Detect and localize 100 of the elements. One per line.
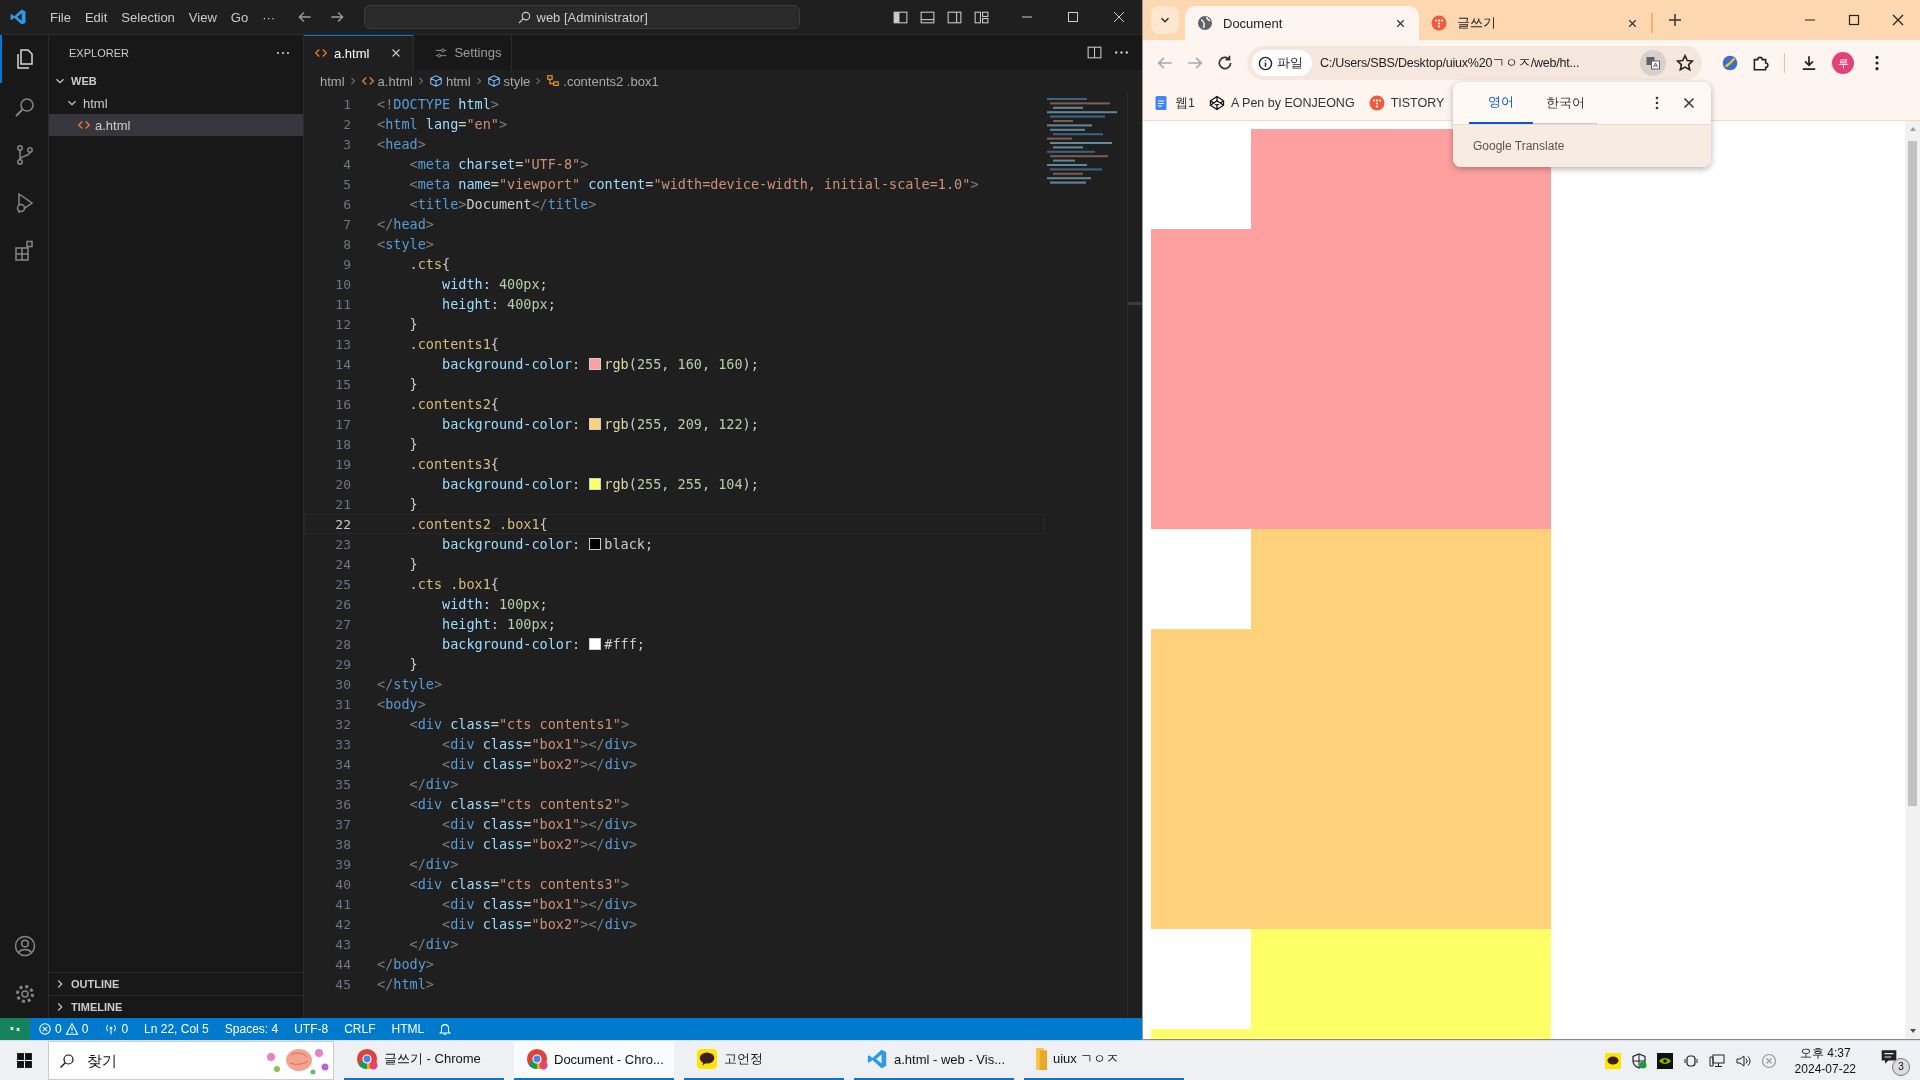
code-text: }: [408, 436, 418, 452]
code-text: .contents3{: [408, 456, 499, 472]
search-field[interactable]: 찾기: [48, 1041, 334, 1080]
code-text: <div class="box2"></div>: [441, 836, 638, 852]
code-text: width: 100px;: [441, 596, 548, 612]
code-text: width: 400px;: [441, 276, 548, 292]
taskbar-app[interactable]: Document - Chro...: [514, 1040, 674, 1080]
line-number: 32: [334, 716, 351, 732]
taskbar-app[interactable]: 고언정: [684, 1040, 844, 1080]
breadcrumb-item[interactable]: a.html: [360, 73, 413, 89]
code-text: </html>: [377, 976, 434, 992]
breadcrumb-item[interactable]: html: [428, 73, 471, 89]
code-text: <div class="cts contents1">: [408, 716, 629, 732]
code-text: <meta name="viewport" content="width=device-width, initial-scale=1.0">: [408, 176, 979, 192]
status-item[interactable]: CRLF: [336, 1022, 384, 1036]
clock[interactable]: 오후 4:37 2024-07-22: [1794, 1044, 1856, 1077]
code-text: rgb(255, 209, 122);: [604, 416, 759, 432]
line-number: 33: [334, 736, 351, 752]
code-text: .cts .box1{: [408, 576, 499, 592]
address-bar[interactable]: 파일 C:/Users/SBS/Desktop/uiux%20ㄱㅇㅈ/web/ht...: [1247, 46, 1702, 80]
line-number: 34: [334, 756, 351, 772]
line-number: 44: [334, 956, 351, 972]
line-number: 41: [334, 896, 351, 912]
line-number: 15: [334, 376, 351, 392]
code-text: black;: [604, 536, 654, 552]
code-text: background-color:: [441, 416, 582, 432]
line-number: 20: [334, 476, 351, 492]
section-header[interactable]: OUTLINE: [49, 972, 303, 995]
menu-item[interactable]: Go: [223, 9, 256, 25]
line-number: 14: [334, 356, 351, 372]
status-item[interactable]: Spaces: 4: [216, 1022, 287, 1036]
line-number: 30: [334, 676, 351, 692]
code-text: #fff;: [604, 636, 645, 652]
command-center[interactable]: web [Administrator]: [364, 5, 801, 29]
code-text: <div class="box1"></div>: [441, 816, 638, 832]
code-text: <body>: [377, 696, 426, 712]
line-number: 38: [334, 836, 351, 852]
taskbar-app[interactable]: uiux ㄱㅇㅈ: [1024, 1040, 1184, 1080]
explorer-title: EXPLORER: [69, 46, 129, 59]
breadcrumb-item[interactable]: style: [486, 73, 531, 89]
menu-item[interactable]: View: [181, 9, 224, 25]
breadcrumb-item[interactable]: html: [320, 73, 345, 89]
url-text: C:/Users/SBS/Desktop/uiux%20ㄱㅇㅈ/web/ht...: [1320, 54, 1581, 72]
code-text: <div class="box2"></div>: [441, 756, 638, 772]
line-number: 24: [334, 556, 351, 572]
code-text: height: 100px;: [441, 616, 556, 632]
problems-button[interactable]: 0 0: [30, 1022, 97, 1036]
line-number: 39: [334, 856, 351, 872]
status-item[interactable]: UTF-8: [286, 1022, 337, 1036]
bookmark[interactable]: 웹1: [1153, 94, 1195, 112]
tree-item[interactable]: WEB: [49, 70, 303, 92]
code-text: background-color:: [441, 636, 582, 652]
profile-avatar[interactable]: 루: [1832, 52, 1854, 74]
line-number: 16: [334, 396, 351, 412]
taskbar-app[interactable]: a.html - web - Vis...: [854, 1040, 1014, 1080]
code-text: <meta charset="UTF-8">: [408, 156, 589, 172]
line-number: 27: [334, 616, 351, 632]
code-text: background-color:: [441, 536, 582, 552]
code-text: }: [408, 496, 418, 512]
code-text: </div>: [408, 776, 459, 792]
menu-item[interactable]: ···: [255, 9, 283, 25]
breadcrumb-item[interactable]: .contents2 .box1: [546, 73, 659, 89]
line-number: 1: [342, 96, 351, 112]
line-number: 13: [334, 336, 351, 352]
line-number: 2: [342, 116, 351, 132]
menu-item[interactable]: Edit: [77, 9, 115, 25]
code-text: <head>: [377, 136, 426, 152]
code-text: <title>Document</title>: [408, 196, 597, 212]
code-text: </body>: [377, 956, 434, 972]
line-number: 42: [334, 916, 351, 932]
editor-tab[interactable]: a.html: [304, 35, 415, 70]
ports-button[interactable]: 0: [96, 1022, 137, 1036]
line-number: 22: [334, 516, 351, 532]
browser-tab[interactable]: Document: [1185, 6, 1419, 40]
status-item[interactable]: Ln 22, Col 5: [136, 1022, 217, 1036]
line-number: 12: [334, 316, 351, 332]
line-number: 11: [334, 296, 351, 312]
line-number: 28: [334, 636, 351, 652]
line-number: 37: [334, 816, 351, 832]
tree-item[interactable]: html: [49, 92, 303, 114]
browser-tab[interactable]: 글쓰기: [1419, 13, 1653, 33]
code-text: </div>: [408, 856, 459, 872]
code-text: .contents2{: [408, 396, 499, 412]
search-input[interactable]: 찾기: [85, 1051, 239, 1070]
notification-count: 3: [1892, 1057, 1910, 1076]
line-number: 45: [334, 976, 351, 992]
status-item[interactable]: HTML: [383, 1022, 433, 1036]
code-text: rgb(255, 255, 104);: [604, 476, 759, 492]
code-text: }: [408, 376, 418, 392]
menu-item[interactable]: File: [43, 9, 78, 25]
tree-item[interactable]: a.html: [49, 114, 303, 136]
bookmark[interactable]: TISTORY: [1368, 95, 1445, 111]
taskbar-app[interactable]: 글쓰기 - Chrome: [344, 1040, 504, 1080]
line-number: 18: [334, 436, 351, 452]
code-text: rgb(255, 160, 160);: [604, 356, 759, 372]
bookmark[interactable]: A Pen by EONJEONG: [1208, 95, 1355, 111]
menu-item[interactable]: Selection: [114, 9, 182, 25]
line-number: 36: [334, 796, 351, 812]
site-info-button[interactable]: 파일: [1252, 50, 1312, 76]
code-text: </head>: [377, 216, 434, 232]
